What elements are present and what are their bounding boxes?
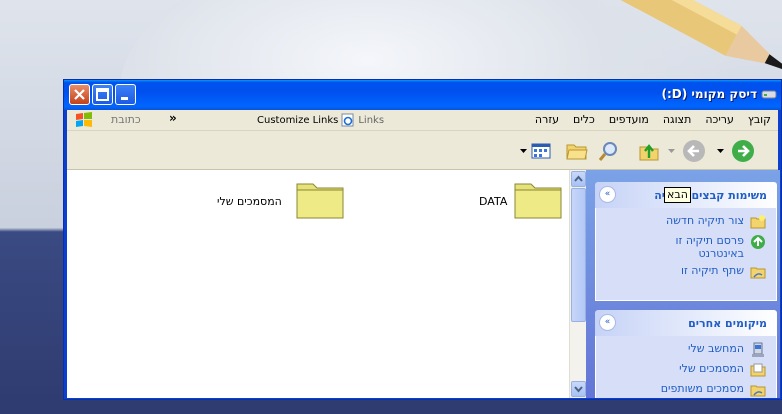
customize-links-link[interactable]: Customize Links [257,115,338,126]
my-computer-icon [752,342,764,357]
minimize-icon [121,97,128,100]
close-button[interactable] [69,84,90,105]
tooltip: הבא [664,187,691,203]
file-list[interactable]: DATA המסמכים שלי [67,170,569,398]
folder-name: המסמכים שלי [217,195,282,208]
place-shared-documents[interactable]: מסמכים משותפים [602,382,766,398]
vertical-scrollbar[interactable] [569,170,587,398]
menu-favorites[interactable]: מועדפים [602,110,656,130]
other-places-panel: מיקומים אחרים « המחשב שלי המסמכים שלי מס… [595,310,777,398]
task-publish-folder[interactable]: פרסם תיקיה זו באינטרנט [602,234,766,260]
links-toolbar: Links Customize Links [257,110,388,130]
back-button[interactable] [682,139,706,163]
views-dropdown-icon[interactable] [520,149,527,154]
shared-documents-icon [750,385,766,397]
scroll-down-button[interactable] [571,381,586,397]
collapse-chevron-icon[interactable]: « [599,186,616,203]
folder-icon [514,183,562,219]
menu-help[interactable]: עזרה [528,110,566,130]
chevron-up-icon [574,175,583,182]
place-my-computer[interactable]: המחשב שלי [602,342,766,358]
menu-bar: קובץ עריכה תצוגה מועדפים כלים עזרה Links… [67,110,778,131]
address-label: כתובת [111,113,141,126]
windows-logo-icon [76,112,92,127]
scroll-up-button[interactable] [571,171,586,187]
forward-button[interactable] [731,139,755,163]
task-pane: משימות קבצים ותיקיה « צור תיקיה חדשה פרס… [586,170,780,398]
menu-view[interactable]: תצוגה [656,110,698,130]
new-folder-icon [750,215,766,229]
other-places-header[interactable]: מיקומים אחרים « [595,310,777,336]
folders-button[interactable] [565,139,589,163]
standard-toolbar [67,131,778,170]
views-button[interactable] [529,139,553,163]
my-documents-icon [750,363,766,377]
menu-file[interactable]: קובץ [741,110,778,130]
publish-web-icon [751,235,765,249]
search-button[interactable] [597,139,621,163]
links-chevron[interactable]: » [169,111,177,125]
menu-tools[interactable]: כלים [566,110,602,130]
title-bar[interactable]: דיסק מקומי (D:) [64,80,781,110]
explorer-window[interactable]: דיסק מקומי (D:) קובץ עריכה תצוגה מועדפים… [63,79,782,400]
ie-page-icon [341,113,354,127]
chevron-down-icon [574,386,583,393]
scroll-thumb[interactable] [571,188,586,322]
menu-edit[interactable]: עריכה [698,110,741,130]
maximize-button[interactable] [92,84,113,105]
task-new-folder[interactable]: צור תיקיה חדשה [602,214,766,230]
other-places-title: מיקומים אחרים [688,317,767,330]
folder-name: DATA [479,195,508,208]
collapse-chevron-icon[interactable]: « [599,314,616,331]
close-icon [74,89,85,100]
minimize-button[interactable] [115,84,136,105]
task-share-folder[interactable]: שתף תיקיה זו [602,264,766,280]
drive-icon [761,90,777,99]
maximize-icon [96,88,109,101]
window-title: דיסק מקומי (D:) [661,87,757,101]
forward-dropdown-icon[interactable] [717,149,724,154]
share-folder-icon [750,267,766,279]
back-dropdown-icon[interactable] [668,149,675,154]
links-label[interactable]: Links [358,115,384,126]
up-folder-button[interactable] [637,139,661,163]
folder-icon [296,183,344,219]
place-my-documents[interactable]: המסמכים שלי [602,362,766,378]
